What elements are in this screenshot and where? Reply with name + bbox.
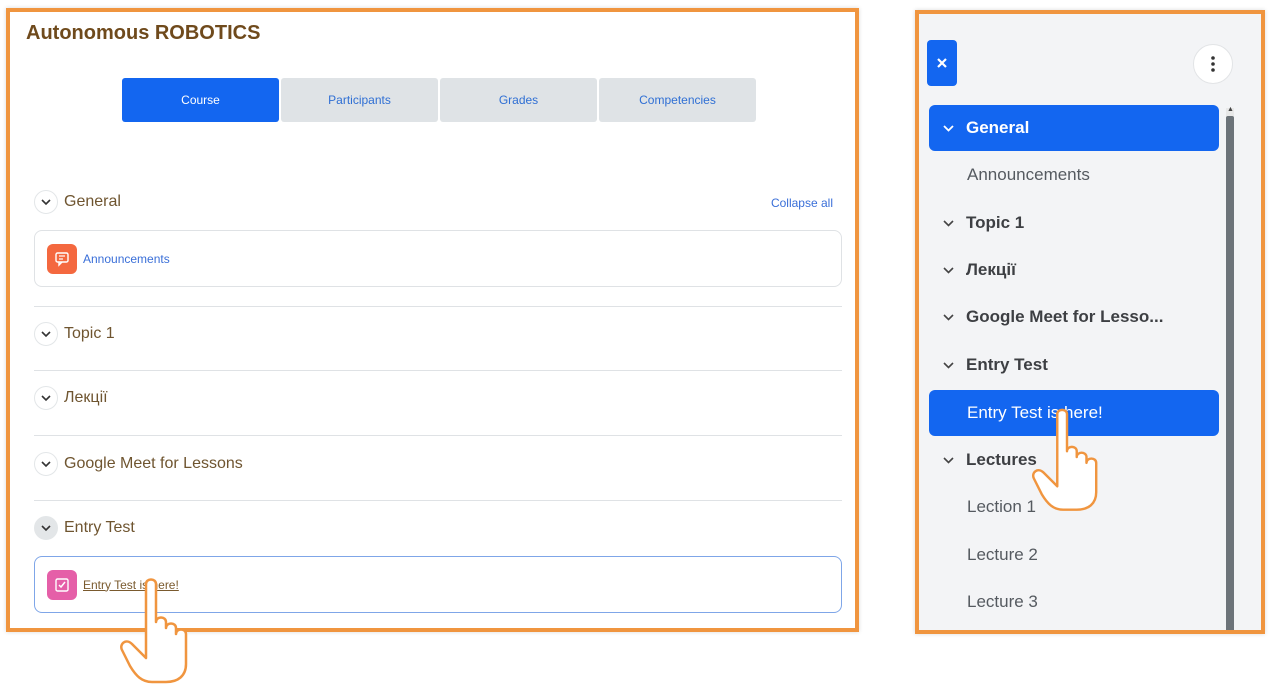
scroll-up-icon[interactable]: ▲ — [1227, 106, 1234, 113]
chevron-down-icon — [943, 313, 954, 321]
chevron-down-icon — [943, 456, 954, 464]
index-item-label: Google Meet for Lesso... — [966, 307, 1164, 326]
section-title: Лекції — [64, 389, 108, 406]
index-activity-lecture3[interactable]: Lecture 3 — [929, 579, 1219, 625]
activity-card-announcements: Announcements — [34, 230, 842, 287]
forum-icon — [47, 243, 77, 274]
section-title: Entry Test — [64, 519, 135, 536]
close-icon — [937, 58, 947, 68]
kebab-menu-icon — [1211, 56, 1215, 72]
chevron-down-icon — [943, 266, 954, 274]
section-divider — [34, 370, 842, 371]
section-topic1-toggle[interactable]: Topic 1 — [34, 322, 115, 346]
index-item-label: Lecture 3 — [967, 592, 1038, 611]
chevron-down-icon — [943, 219, 954, 227]
section-general-toggle[interactable]: General — [34, 190, 121, 214]
tab-participants[interactable]: Participants — [281, 78, 438, 122]
quiz-icon — [47, 569, 77, 600]
drawer-menu-button[interactable] — [1193, 44, 1233, 84]
index-section-lektsii[interactable]: Лекції — [929, 247, 1219, 293]
index-item-label: Lection 1 — [967, 497, 1036, 516]
section-title: General — [64, 193, 121, 210]
section-divider — [34, 306, 842, 307]
chevron-down-icon — [34, 516, 58, 540]
chevron-down-icon — [34, 322, 58, 346]
index-item-label: General — [966, 118, 1030, 137]
section-divider — [34, 435, 842, 436]
chevron-down-icon — [34, 452, 58, 476]
section-lektsii-toggle[interactable]: Лекції — [34, 386, 108, 410]
index-item-label: Entry Test — [966, 355, 1048, 374]
index-section-google-meet[interactable]: Google Meet for Lesso... — [929, 294, 1219, 340]
index-item-label: Topic 1 — [966, 213, 1025, 232]
section-title: Google Meet for Lessons — [64, 455, 243, 472]
close-drawer-button[interactable] — [927, 40, 957, 86]
scrollbar-thumb[interactable] — [1226, 116, 1234, 630]
chevron-down-icon — [34, 386, 58, 410]
index-activity-lecture2[interactable]: Lecture 2 — [929, 532, 1219, 578]
course-page-panel: Autonomous ROBOTICS Course Participants … — [6, 8, 859, 632]
course-index-drawer: General Announcements Topic 1 Лекції Goo… — [915, 10, 1265, 634]
course-title: Autonomous ROBOTICS — [26, 22, 261, 44]
tab-grades[interactable]: Grades — [440, 78, 597, 122]
section-entry-test-toggle[interactable]: Entry Test — [34, 516, 135, 540]
index-section-general[interactable]: General — [929, 105, 1219, 151]
section-divider — [34, 500, 842, 501]
chevron-down-icon — [34, 190, 58, 214]
hand-pointer-icon — [120, 578, 188, 684]
hand-pointer-icon — [1032, 408, 1098, 511]
index-item-label: Lecture 2 — [967, 545, 1038, 564]
chevron-down-icon — [943, 124, 954, 132]
section-title: Topic 1 — [64, 325, 115, 342]
activity-link-announcements[interactable]: Announcements — [83, 252, 170, 266]
index-item-label: Announcements — [967, 165, 1090, 184]
chevron-down-icon — [943, 361, 954, 369]
tab-course[interactable]: Course — [122, 78, 279, 122]
index-section-entry-test[interactable]: Entry Test — [929, 342, 1219, 388]
index-activity-announcements[interactable]: Announcements — [929, 152, 1219, 198]
index-item-label: Lectures — [966, 450, 1037, 469]
index-item-label: Лекції — [966, 260, 1016, 279]
index-section-topic1[interactable]: Topic 1 — [929, 200, 1219, 246]
collapse-all-link[interactable]: Collapse all — [771, 196, 833, 210]
drawer-scrollbar[interactable]: ▲ — [1226, 106, 1234, 630]
section-google-meet-toggle[interactable]: Google Meet for Lessons — [34, 452, 243, 476]
course-tabs: Course Participants Grades Competencies — [122, 78, 756, 122]
tab-competencies[interactable]: Competencies — [599, 78, 756, 122]
